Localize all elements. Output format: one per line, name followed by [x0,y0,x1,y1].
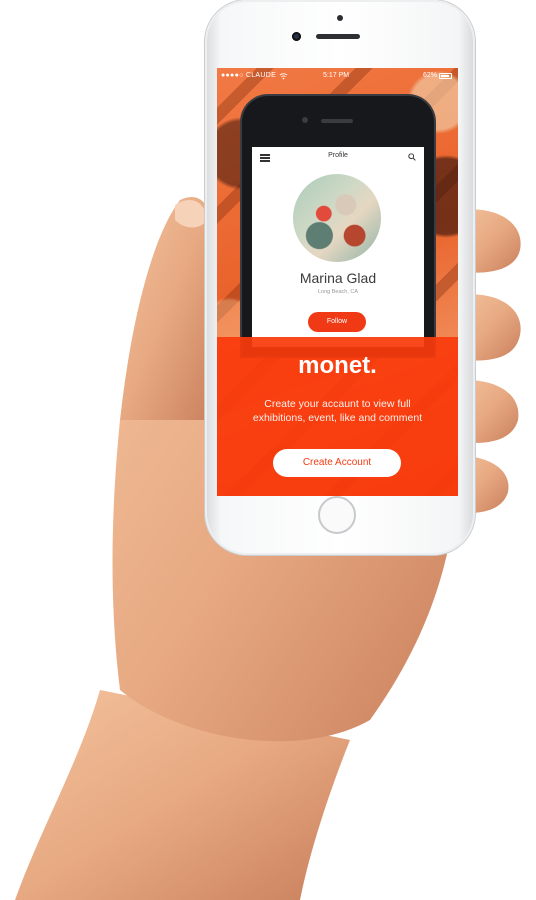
search-icon[interactable] [408,153,416,161]
profile-location: Long Beach, CA [317,289,359,295]
inner-phone-camera [302,117,308,123]
wifi-icon [279,73,288,80]
status-bar: ●●●●○ CLAUDE 5:17 PM 62% [217,68,458,84]
carrier-label: ●●●●○ CLAUDE [221,72,277,79]
profile-name: Marina Glad [299,270,377,286]
phone-sensor [337,15,343,21]
inner-phone-earpiece [321,119,353,123]
battery-icon [439,73,452,79]
follow-button[interactable]: Follow [308,312,366,332]
promo-tagline: Create your accaunt to view full exhibit… [252,398,423,424]
battery-percent: 62% [423,72,438,79]
menu-icon[interactable] [260,154,270,162]
status-time: 5:17 PM [323,72,350,79]
phone-camera [292,32,301,41]
phone-earpiece [316,34,360,39]
profile-header-title: Profile [328,152,348,159]
create-account-button[interactable]: Create Account [273,449,401,477]
home-button[interactable] [318,496,356,534]
avatar [293,174,381,262]
brand-logo: monet. [298,352,377,379]
